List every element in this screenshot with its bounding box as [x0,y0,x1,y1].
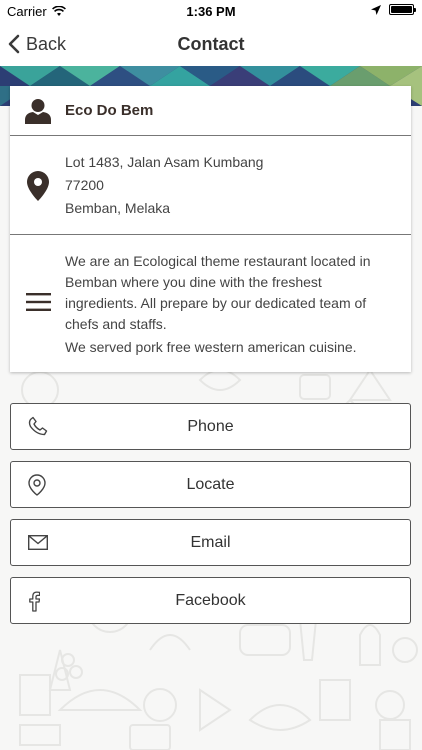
status-time: 1:36 PM [186,4,236,19]
phone-button[interactable]: Phone [10,403,411,450]
address-line-2: 77200 [65,177,104,193]
navigation-bar: Back Contact [0,22,422,66]
locate-button-label: Locate [186,476,235,493]
person-icon [25,99,51,124]
description-paragraph-2: We served pork free western american cui… [65,339,357,355]
name-row: Eco Do Bem [10,86,411,136]
status-bar: Carrier 1:36 PM [0,0,422,22]
email-button-label: Email [190,534,231,551]
address-line-3: Bemban, Melaka [65,200,171,216]
menu-lines-icon [26,293,51,311]
description-text: We are an Ecological theme restaurant lo… [65,251,385,360]
address-row: Lot 1483, Jalan Asam Kumbang 77200 Bemba… [10,136,411,235]
restaurant-info-card: Eco Do Bem Lot 1483, Jalan Asam Kumbang … [10,86,411,372]
battery-icon [389,4,416,15]
map-pin-icon [27,171,49,201]
address-block: Lot 1483, Jalan Asam Kumbang 77200 Bemba… [65,151,263,220]
status-right-group [371,4,416,15]
description-row: We are an Ecological theme restaurant lo… [10,235,411,372]
facebook-button-label: Facebook [175,592,246,609]
contact-screen: Carrier 1:36 PM Back Contact Eco Do Bem … [0,0,422,750]
email-button[interactable]: Email [10,519,411,566]
description-paragraph-1: We are an Ecological theme restaurant lo… [65,253,371,332]
page-title: Contact [177,34,245,54]
facebook-button[interactable]: Facebook [10,577,411,624]
address-line-1: Lot 1483, Jalan Asam Kumbang [65,154,264,170]
location-arrow-icon [371,4,381,15]
phone-button-label: Phone [187,418,234,435]
locate-button[interactable]: Locate [10,461,411,508]
restaurant-name: Eco Do Bem [65,102,154,119]
